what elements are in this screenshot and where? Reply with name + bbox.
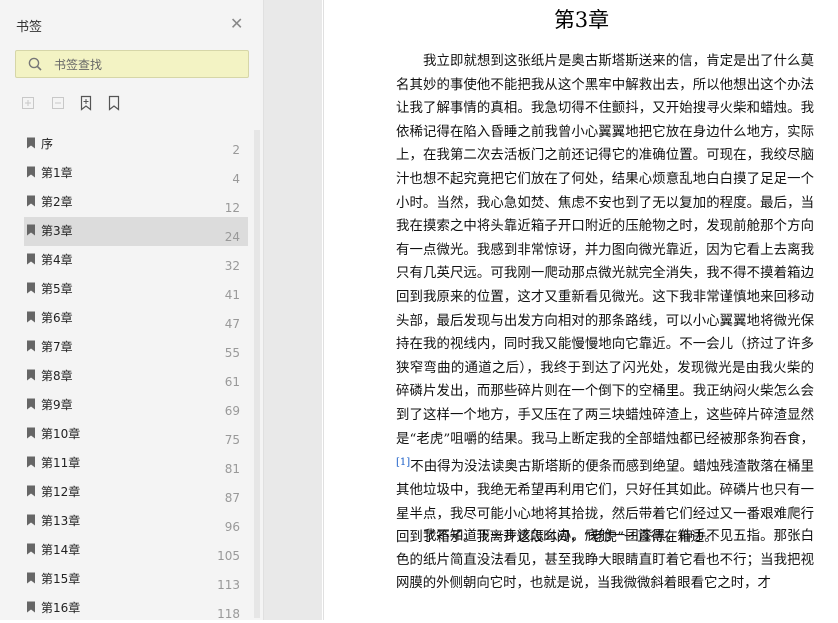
bookmark-item-icon (27, 311, 35, 323)
bookmark-item-icon (27, 166, 35, 178)
bookmark-label: 第4章 (41, 253, 73, 267)
bookmark-label: 第12章 (41, 485, 81, 499)
bookmark-page-number: 81 (224, 462, 240, 476)
bookmark-item[interactable]: 第9章 69 (24, 391, 248, 420)
bookmark-label: 第13章 (41, 514, 81, 528)
bookmark-item[interactable]: 第16章 118 (24, 594, 248, 623)
bookmark-page-number: 105 (217, 549, 240, 563)
bookmark-label: 第16章 (41, 601, 81, 615)
bookmark-item-icon (27, 340, 35, 352)
bookmark-item[interactable]: 第11章 81 (24, 449, 248, 478)
bookmark-list: 序 2 第1章 4 第2章 12 第3章 24 第4章 32 第5章 41 第6章 47 第7章 55 第8章 6… (24, 130, 248, 623)
bookmark-label: 第10章 (41, 427, 81, 441)
bookmark-item-icon (27, 253, 35, 265)
bookmark-page-number: 24 (224, 230, 240, 244)
add-bookmark-icon[interactable] (78, 95, 94, 111)
expand-all-icon[interactable] (20, 95, 36, 111)
bookmark-item-icon (27, 282, 35, 294)
bookmark-page-number: 61 (224, 375, 240, 389)
bookmark-page-number: 4 (232, 172, 240, 186)
bookmark-page-number: 55 (224, 346, 240, 360)
panel-title: 书签 (16, 20, 43, 35)
bookmark-label: 第5章 (41, 282, 73, 296)
bookmark-page-number: 47 (224, 317, 240, 331)
bookmark-page-number: 2 (232, 143, 240, 157)
bookmark-label: 第15章 (41, 572, 81, 586)
bookmark-label: 第8章 (41, 369, 73, 383)
bookmark-item-icon (27, 137, 35, 149)
bookmark-item[interactable]: 第8章 61 (24, 362, 248, 391)
search-icon (28, 57, 42, 71)
bookmark-item-icon (27, 427, 35, 439)
paragraph-1-text-a: 我立即就想到这张纸片是奥古斯塔斯送来的信，肯定是出了什么莫名其妙的事使他不能把我… (396, 54, 814, 447)
bookmark-page-number: 118 (217, 607, 240, 621)
bookmark-item-icon (27, 224, 35, 236)
bookmark-item-icon (27, 398, 35, 410)
bookmark-page-number: 32 (224, 259, 240, 273)
bookmark-search-input[interactable] (52, 54, 246, 76)
bookmark-item-icon (27, 456, 35, 468)
chapter-title: 第3章 (553, 8, 610, 32)
bookmark-item[interactable]: 第6章 47 (24, 304, 248, 333)
bookmark-page-number: 12 (224, 201, 240, 215)
bookmark-page-number: 87 (224, 491, 240, 505)
bookmark-item[interactable]: 第12章 87 (24, 478, 248, 507)
document-page: 第3章 我立即就想到这张纸片是奥古斯塔斯送来的信，肯定是出了什么莫名其妙的事使他… (323, 0, 838, 620)
bookmark-item-icon (27, 514, 35, 526)
bookmark-page-number: 69 (224, 404, 240, 418)
close-icon[interactable]: ✕ (230, 16, 243, 32)
bookmark-item-icon (27, 543, 35, 555)
bookmark-label: 第2章 (41, 195, 73, 209)
bookmark-label: 第14章 (41, 543, 81, 557)
bookmark-label: 第9章 (41, 398, 73, 412)
bookmark-item[interactable]: 第5章 41 (24, 275, 248, 304)
bookmark-item[interactable]: 第1章 4 (24, 159, 248, 188)
paragraph-2: 我不知道下一步该怎么办。底舱一团漆黑，伸手不见五指。那张白色的纸片简直没法看见，… (396, 529, 814, 592)
bookmark-item-icon (27, 572, 35, 584)
bookmark-panel: 书签 ✕ 序2第1章4第2章12第3章24第4章32第5章41第6章47第7章5… (0, 0, 264, 623)
bookmark-label: 第3章 (41, 224, 73, 238)
footnote-link[interactable]: [1] (396, 457, 410, 468)
bookmark-search-box[interactable] (15, 50, 249, 78)
bookmark-item[interactable]: 第4章 32 (24, 246, 248, 275)
bookmark-item[interactable]: 第13章 96 (24, 507, 248, 536)
bookmark-page-number: 113 (217, 578, 240, 592)
bookmark-item[interactable]: 第3章 24 (24, 217, 248, 246)
bookmark-item[interactable]: 第7章 55 (24, 333, 248, 362)
bookmark-label: 第1章 (41, 166, 73, 180)
bookmark-item-icon (27, 195, 35, 207)
bookmark-item-icon (27, 485, 35, 497)
bookmark-item[interactable]: 第15章 113 (24, 565, 248, 594)
bookmark-label: 第6章 (41, 311, 73, 325)
bookmark-page-number: 75 (224, 433, 240, 447)
bookmark-label: 序 (41, 137, 54, 151)
bookmark-item[interactable]: 第14章 105 (24, 536, 248, 565)
sidebar-scrollbar[interactable] (254, 130, 260, 618)
bookmark-label: 第7章 (41, 340, 73, 354)
bookmark-label: 第11章 (41, 456, 81, 470)
bookmark-item[interactable]: 第2章 12 (24, 188, 248, 217)
bookmark-icon[interactable] (106, 95, 122, 111)
bookmark-page-number: 96 (224, 520, 240, 534)
paragraph-1: 我立即就想到这张纸片是奥古斯塔斯送来的信，肯定是出了什么莫名其妙的事使他不能把我… (396, 50, 814, 550)
bookmark-item-icon (27, 601, 35, 613)
bookmark-item-icon (27, 369, 35, 381)
bookmark-item[interactable]: 序2 (24, 130, 248, 159)
bookmark-item[interactable]: 第10章 75 (24, 420, 248, 449)
panel-gap (264, 0, 322, 620)
bookmark-page-number: 41 (224, 288, 240, 302)
collapse-all-icon[interactable] (50, 95, 66, 111)
